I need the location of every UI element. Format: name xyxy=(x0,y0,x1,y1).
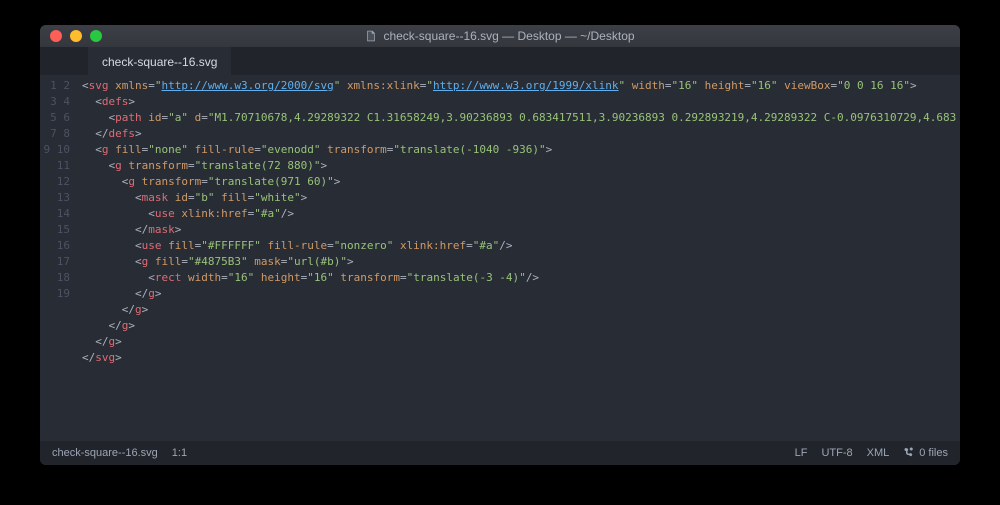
tab-label: check-square--16.svg xyxy=(102,55,217,69)
status-git[interactable]: 0 files xyxy=(903,446,948,461)
minimize-icon[interactable] xyxy=(70,30,82,42)
status-encoding[interactable]: UTF-8 xyxy=(821,447,852,459)
editor-area[interactable]: 1 2 3 4 5 6 7 8 9 10 11 12 13 14 15 16 1… xyxy=(40,75,960,441)
window-title: check-square--16.svg — Desktop — ~/Deskt… xyxy=(383,29,634,43)
status-bar: check-square--16.svg 1:1 LF UTF-8 XML 0 … xyxy=(40,441,960,465)
traffic-lights xyxy=(40,30,102,42)
status-eol[interactable]: LF xyxy=(795,447,808,459)
file-icon xyxy=(365,30,377,42)
code-content[interactable]: <svg xmlns="http://www.w3.org/2000/svg" … xyxy=(82,75,960,441)
status-git-text: 0 files xyxy=(919,447,948,459)
gutter: 1 2 3 4 5 6 7 8 9 10 11 12 13 14 15 16 1… xyxy=(40,75,82,441)
git-branch-icon xyxy=(903,446,915,461)
status-filename[interactable]: check-square--16.svg xyxy=(52,447,158,459)
tab-bar[interactable]: check-square--16.svg xyxy=(40,47,960,75)
status-cursor[interactable]: 1:1 xyxy=(172,447,187,459)
close-icon[interactable] xyxy=(50,30,62,42)
maximize-icon[interactable] xyxy=(90,30,102,42)
titlebar[interactable]: check-square--16.svg — Desktop — ~/Deskt… xyxy=(40,25,960,47)
tab-file[interactable]: check-square--16.svg xyxy=(88,47,231,75)
editor-window: check-square--16.svg — Desktop — ~/Deskt… xyxy=(40,25,960,465)
status-language[interactable]: XML xyxy=(867,447,890,459)
